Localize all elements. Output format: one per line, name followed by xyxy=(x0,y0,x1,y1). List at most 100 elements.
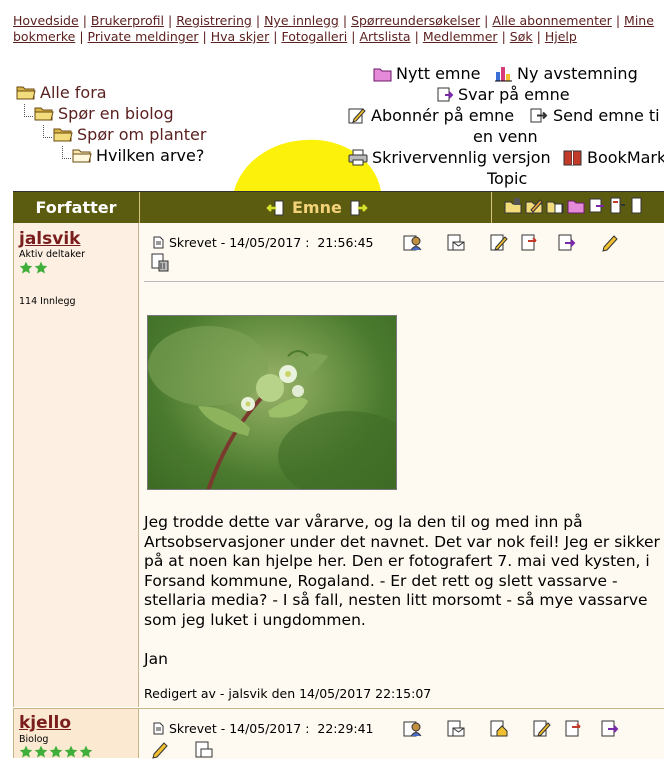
move-topic-icon[interactable] xyxy=(567,197,585,218)
bookmark-link[interactable]: BookMark xyxy=(563,148,664,170)
post-meta: Skrevet - 14/05/2017 : 22:29:41 xyxy=(153,721,374,738)
bookmark-label: BookMark xyxy=(587,148,664,167)
topic-header-label: Emne xyxy=(292,198,342,217)
post-date: 14/05/2017 xyxy=(229,721,302,736)
nav-medlemmer[interactable]: Medlemmer xyxy=(423,29,498,44)
edit-post-icon[interactable] xyxy=(489,233,509,256)
tree-item-spor-om-planter[interactable]: Spør om planter xyxy=(53,125,206,146)
tree-item-alle-fora[interactable]: Alle fora xyxy=(16,83,107,104)
user-profile-icon[interactable] xyxy=(402,719,422,742)
poll-chart-icon xyxy=(494,65,513,86)
next-page-icon[interactable] xyxy=(609,197,627,218)
printer-friendly-label: Skrivervennlig versjon xyxy=(372,148,551,167)
star-icon xyxy=(34,260,48,279)
nav-registrering[interactable]: Registrering xyxy=(176,13,252,28)
open-folder-icon xyxy=(16,84,36,105)
subscribe-edit-icon xyxy=(348,107,367,128)
nav-sok[interactable]: Søk xyxy=(510,29,533,44)
send-to-friend-link-cont[interactable]: en venn xyxy=(473,127,538,146)
send-to-friend-label: Send emne ti xyxy=(553,106,660,125)
tree-label: Spør en biolog xyxy=(58,104,174,123)
send-message-icon[interactable] xyxy=(446,233,466,256)
reply-topic-icon[interactable] xyxy=(588,197,606,218)
new-poll-link[interactable]: Ny avstemning xyxy=(494,64,638,86)
document-icon xyxy=(153,236,164,252)
reply-icon xyxy=(436,86,454,107)
report-post-icon[interactable] xyxy=(600,233,620,256)
quote-post-icon[interactable] xyxy=(520,233,540,256)
top-navigation: Hovedside | Brukerprofil | Registrering | Nye … xyxy=(13,13,654,44)
author-username-link[interactable]: kjello xyxy=(19,713,71,733)
printer-friendly-link[interactable]: Skrivervennlig versjon xyxy=(348,148,551,170)
post-author-panel: kjello Biolog xyxy=(13,708,139,758)
send-arrow-icon xyxy=(530,107,549,128)
reply-link[interactable]: Svar på emne xyxy=(436,85,570,107)
post-author-panel: jalsvik Aktiv deltaker 114 Innlegg xyxy=(13,223,139,707)
tree-label: Alle fora xyxy=(40,83,107,102)
reply-post-icon[interactable] xyxy=(557,233,577,256)
new-topic-link[interactable]: Nytt emne xyxy=(373,64,480,86)
author-username-link[interactable]: jalsvik xyxy=(19,229,80,249)
nav-private-meldinger[interactable]: Private meldinger xyxy=(88,29,199,44)
nav-artslista[interactable]: Artslista xyxy=(359,29,410,44)
star-icon xyxy=(64,744,78,763)
star-icon xyxy=(79,744,93,763)
edit-post-icon[interactable] xyxy=(532,719,552,742)
written-label: Skrevet xyxy=(169,235,217,250)
send-to-friend-label-cont: en venn xyxy=(473,127,538,146)
tree-item-spor-en-biolog[interactable]: Spør en biolog xyxy=(34,104,174,125)
nav-hovedside[interactable]: Hovedside xyxy=(13,13,79,28)
post-meta: Skrevet - 14/05/2017 : 21:56:45 xyxy=(153,235,374,252)
report-post-icon[interactable] xyxy=(150,740,170,763)
tree-connector xyxy=(43,125,52,138)
document-icon xyxy=(153,722,164,738)
tree-item-current-topic: Hvilken arve? xyxy=(72,146,204,167)
bookmark-link-cont[interactable]: Topic xyxy=(487,169,527,188)
send-message-icon[interactable] xyxy=(194,740,214,763)
open-folder-icon xyxy=(34,105,54,126)
post-divider xyxy=(144,281,664,282)
lock-topic-icon[interactable] xyxy=(504,197,522,218)
homepage-icon[interactable] xyxy=(489,719,509,742)
subscribe-link[interactable]: Abonnér på emne xyxy=(348,106,514,128)
nav-nye-innlegg[interactable]: Nye innlegg xyxy=(264,13,339,28)
open-folder-icon xyxy=(53,126,73,147)
delete-post-icon[interactable] xyxy=(150,253,170,276)
book-icon xyxy=(563,149,583,170)
post-time: 21:56:45 xyxy=(317,235,374,250)
printer-icon xyxy=(348,149,368,170)
posts-table-header: Forfatter Emne xyxy=(13,191,664,224)
send-to-friend-link[interactable]: Send emne ti xyxy=(530,106,660,128)
previous-topic-icon[interactable] xyxy=(266,195,284,226)
tree-connector xyxy=(24,104,33,117)
send-message-icon[interactable] xyxy=(446,719,466,742)
written-label: Skrevet xyxy=(169,721,217,736)
nav-hva-skjer[interactable]: Hva skjer xyxy=(211,29,269,44)
author-stars xyxy=(19,260,48,279)
next-topic-icon[interactable] xyxy=(350,195,368,226)
edit-topic-icon[interactable] xyxy=(525,197,543,218)
post-date: 14/05/2017 xyxy=(229,235,302,250)
author-rank: Aktiv deltaker xyxy=(19,249,85,260)
nav-hjelp[interactable]: Hjelp xyxy=(545,29,577,44)
more-options-icon[interactable] xyxy=(630,197,642,218)
author-column-header: Forfatter xyxy=(13,192,140,223)
tree-label: Hvilken arve? xyxy=(96,146,205,165)
tree-label: Spør om planter xyxy=(77,125,207,144)
star-icon xyxy=(49,744,63,763)
post-signature-name: Jan xyxy=(144,649,168,668)
new-poll-label: Ny avstemning xyxy=(517,64,638,83)
nav-sporreundersokelser[interactable]: Spørreundersøkelser xyxy=(351,13,480,28)
nav-brukerprofil[interactable]: Brukerprofil xyxy=(91,13,164,28)
post-content: Skrevet - 14/05/2017 : 22:29:41 xyxy=(139,708,664,759)
topic-column-header: Emne xyxy=(258,192,376,223)
user-profile-icon[interactable] xyxy=(402,233,422,256)
quote-post-icon[interactable] xyxy=(564,719,584,742)
delete-topic-icon[interactable] xyxy=(546,197,564,218)
attached-plant-photo[interactable] xyxy=(147,315,397,490)
topic-admin-icons xyxy=(491,192,664,223)
nav-fotogalleri[interactable]: Fotogalleri xyxy=(281,29,347,44)
reply-post-icon[interactable] xyxy=(600,719,620,742)
author-stars xyxy=(19,744,93,763)
nav-alle-abonnementer[interactable]: Alle abonnementer xyxy=(492,13,611,28)
